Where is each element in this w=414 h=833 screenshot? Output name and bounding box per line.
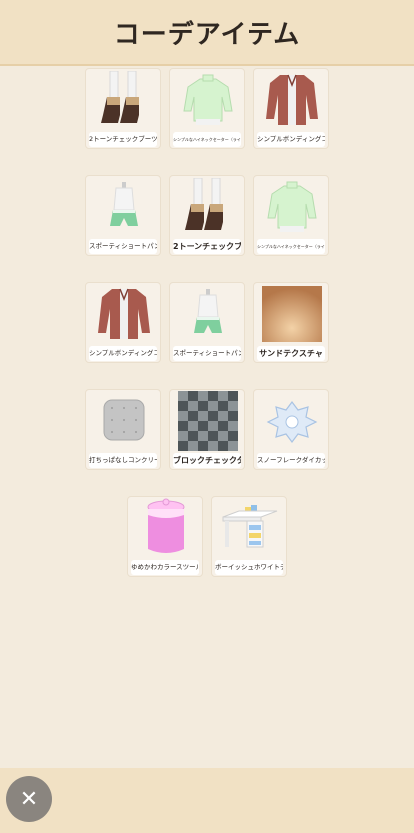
snowflake-rug-icon	[254, 390, 328, 452]
boots-icon	[86, 69, 160, 131]
item-card[interactable]: 打ちっぱなしコンクリート	[85, 389, 161, 470]
item-label: スポーティショートパンツ	[173, 346, 241, 361]
item-label: シンプルボンディングコート	[257, 132, 325, 147]
coat-icon	[254, 69, 328, 131]
footer-bar	[0, 768, 414, 833]
sweater-icon	[170, 69, 244, 131]
item-card[interactable]: 2トーンチェックブーツ	[169, 175, 245, 256]
item-label: ブロックチェックタイル	[173, 453, 241, 468]
item-card[interactable]: シンプルボンディングコート	[85, 282, 161, 363]
boots-icon	[170, 176, 244, 238]
item-card[interactable]: ブロックチェックタイル	[169, 389, 245, 470]
item-card[interactable]: シンプルボンディングコート	[253, 68, 329, 149]
item-label: 2トーンチェックブーツ	[89, 132, 157, 147]
item-label: サンドテクスチャ	[257, 346, 325, 361]
check-tile-icon	[170, 390, 244, 452]
item-card[interactable]: ゆめかわカラースツール	[127, 496, 203, 577]
concrete-icon	[86, 390, 160, 452]
close-icon: ✕	[19, 786, 39, 812]
item-card[interactable]: スポーティショートパンツ	[85, 175, 161, 256]
item-label: 2トーンチェックブーツ	[173, 239, 241, 254]
item-card[interactable]: スノーフレークダイカットラグ	[253, 389, 329, 470]
sweater-icon	[254, 176, 328, 238]
stool-icon	[128, 497, 202, 559]
item-label: スポーティショートパンツ	[89, 239, 157, 254]
item-card[interactable]: ボーイッシュホワイトデスク	[211, 496, 287, 577]
item-label: ボーイッシュホワイトデスク	[215, 560, 283, 575]
shorts-icon	[170, 283, 244, 345]
item-card[interactable]: 2トーンチェックブーツ	[85, 68, 161, 149]
close-button[interactable]: ✕	[6, 776, 52, 822]
sand-texture-icon	[254, 283, 328, 345]
item-label: シンプルボンディングコート	[89, 346, 157, 361]
header: コーデアイテム	[0, 0, 414, 66]
item-card[interactable]: シンプルなハイネックセーター（ライトグリーン）	[169, 68, 245, 149]
item-card[interactable]: サンドテクスチャ	[253, 282, 329, 363]
item-card[interactable]: スポーティショートパンツ	[169, 282, 245, 363]
shorts-icon	[86, 176, 160, 238]
coat-icon	[86, 283, 160, 345]
desk-icon	[212, 497, 286, 559]
page-title: コーデアイテム	[113, 19, 301, 50]
item-label: ゆめかわカラースツール	[131, 560, 199, 575]
item-label: スノーフレークダイカットラグ	[257, 453, 325, 468]
item-label: 打ちっぱなしコンクリート	[89, 453, 157, 468]
item-label: シンプルなハイネックセーター（ライトグリーン）	[257, 239, 325, 254]
item-label: シンプルなハイネックセーター（ライトグリーン）	[173, 132, 241, 147]
item-card[interactable]: シンプルなハイネックセーター（ライトグリーン）	[253, 175, 329, 256]
